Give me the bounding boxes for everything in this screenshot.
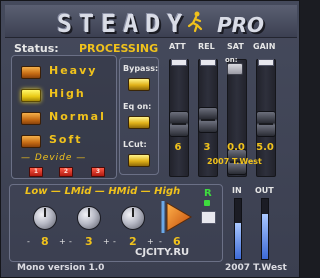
att-fader[interactable] <box>169 111 189 138</box>
lmid-value: 3 <box>85 235 93 248</box>
mode-led <box>21 89 41 102</box>
out-meter <box>261 198 269 260</box>
runner-icon <box>187 11 203 33</box>
lcut-label: LCut: <box>123 140 147 149</box>
r-led <box>204 200 210 206</box>
version-text: Mono version 1.0 <box>17 263 105 273</box>
status-value: PROCESSING <box>79 42 159 55</box>
divide-button-2[interactable]: 2 <box>59 167 73 177</box>
divide-text: Devide <box>34 153 73 163</box>
title-bar: STEADY PRO <box>5 5 297 38</box>
r-button[interactable] <box>201 211 216 224</box>
plus-icon: + <box>59 237 66 246</box>
lmid-knob[interactable] <box>77 206 101 230</box>
gain-value: 5.0 <box>256 142 274 153</box>
bypass-switch[interactable] <box>128 78 150 91</box>
mode-label: Heavy <box>49 64 98 77</box>
in-meter <box>234 198 242 260</box>
gain-top-button[interactable] <box>258 59 274 66</box>
low-knob[interactable] <box>33 206 57 230</box>
play-logo-icon[interactable] <box>161 197 195 237</box>
lcut-switch[interactable] <box>128 154 150 167</box>
sat-on-button[interactable] <box>227 63 243 75</box>
status-label: Status: <box>14 42 59 55</box>
plugin-window: STEADY PRO Status: PROCESSING Heavy High… <box>0 0 300 278</box>
sat-label: SAT <box>227 42 244 51</box>
credit-text: 2007 T.West <box>207 157 262 166</box>
footer-credit: 2007 T.West <box>225 263 287 273</box>
watermark: CJCITY.RU <box>135 247 190 258</box>
low-value: 8 <box>41 235 49 248</box>
minus-icon: - <box>27 237 30 246</box>
sat-value: 0.0 <box>227 142 245 153</box>
rel-value: 3 <box>203 142 211 153</box>
divide-button-1[interactable]: 1 <box>29 167 43 177</box>
rel-fader[interactable] <box>198 107 218 133</box>
divide-label: — Devide — <box>21 153 87 163</box>
out-meter-fill <box>262 214 268 259</box>
r-label: R <box>204 188 212 199</box>
band-labels: Low — LMid — HMid — High <box>25 186 181 197</box>
att-value: 6 <box>174 142 182 153</box>
minus-icon: - <box>69 237 72 246</box>
minus-icon: - <box>159 237 162 246</box>
mode-led <box>21 135 41 148</box>
eq-on-label: Eq on: <box>123 102 152 111</box>
mode-led <box>21 66 41 79</box>
att-label: ATT <box>169 42 186 51</box>
divide-button-3[interactable]: 3 <box>91 167 105 177</box>
minus-icon: - <box>113 237 116 246</box>
mode-label: Soft <box>49 133 83 146</box>
rel-label: REL <box>198 42 215 51</box>
mode-label: Normal <box>49 110 106 123</box>
in-label: IN <box>232 186 242 195</box>
att-top-button[interactable] <box>171 59 187 66</box>
in-meter-fill <box>235 223 241 259</box>
hmid-knob[interactable] <box>121 206 145 230</box>
bypass-label: Bypass: <box>123 64 159 73</box>
mode-led <box>21 112 41 125</box>
gain-fader[interactable] <box>256 111 276 138</box>
gain-label: GAIN <box>253 42 276 51</box>
plus-icon: + <box>103 237 110 246</box>
rel-top-button[interactable] <box>200 59 216 66</box>
out-label: OUT <box>255 186 274 195</box>
switch-panel: Bypass: Eq on: LCut: <box>119 57 159 175</box>
eq-on-switch[interactable] <box>128 116 150 129</box>
plugin-edition: PRO <box>217 13 265 37</box>
plugin-title: STEADY <box>57 9 190 38</box>
mode-label: High <box>49 87 86 100</box>
plus-icon: + <box>147 237 154 246</box>
